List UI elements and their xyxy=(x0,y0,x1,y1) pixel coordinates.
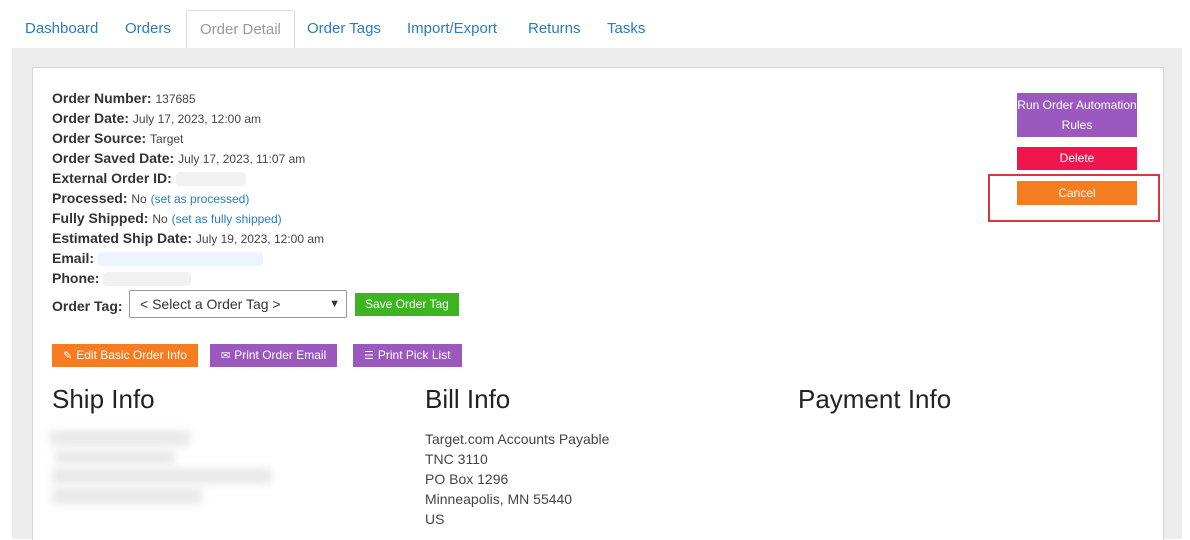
external-order-id-label: External Order ID: xyxy=(52,170,172,186)
ship-info-heading: Ship Info xyxy=(52,384,155,414)
cancel-highlight-box xyxy=(988,174,1160,222)
order-source-value: Target xyxy=(150,132,184,146)
set-as-processed-link[interactable]: (set as processed) xyxy=(151,192,250,206)
bill-info-line: Minneapolis, MN 55440 xyxy=(425,491,573,507)
order-saved-date-row: Order Saved Date: July 17, 2023, 11:07 a… xyxy=(52,148,324,168)
bill-info-line: Target.com Accounts Payable xyxy=(425,431,610,447)
order-source-row: Order Source: Target xyxy=(52,128,324,148)
email-row: Email: xyxy=(52,248,324,268)
fully-shipped-value: No xyxy=(152,212,168,226)
delete-button[interactable]: Delete xyxy=(1017,147,1137,170)
pencil-icon: ✎ xyxy=(63,350,73,362)
redacted-phone xyxy=(103,272,192,287)
processed-label: Processed: xyxy=(52,190,128,206)
redacted-email xyxy=(97,252,263,267)
bill-info-line: US xyxy=(425,511,445,527)
redacted-ship-address xyxy=(52,468,272,484)
envelope-icon: ✉ xyxy=(221,350,231,362)
bill-info-line: TNC 3110 xyxy=(425,451,488,467)
run-order-automation-rules-button[interactable]: Run Order Automation Rules xyxy=(1017,93,1137,137)
order-tag-selected: < Select a Order Tag > xyxy=(140,296,281,312)
order-date-label: Order Date: xyxy=(52,110,130,126)
order-saved-date-label: Order Saved Date: xyxy=(52,150,175,166)
order-number-label: Order Number: xyxy=(52,90,152,106)
redacted-ship-name xyxy=(50,430,190,446)
tab-dashboard[interactable]: Dashboard xyxy=(12,10,111,47)
chevron-down-icon: ▼ xyxy=(329,298,340,310)
processed-row: Processed: No (set as processed) xyxy=(52,188,324,208)
tab-orders[interactable]: Orders xyxy=(112,10,184,47)
estimated-ship-date-row: Estimated Ship Date: July 19, 2023, 12:0… xyxy=(52,228,324,248)
tab-returns[interactable]: Returns xyxy=(515,10,594,47)
bill-info-line: PO Box 1296 xyxy=(425,471,509,487)
print-pick-list-button[interactable]: ☰ Print Pick List xyxy=(353,344,462,367)
tab-tasks[interactable]: Tasks xyxy=(594,10,658,47)
phone-row: Phone: xyxy=(52,268,324,288)
print-order-email-label: Print Order Email xyxy=(234,348,327,362)
estimated-ship-date-label: Estimated Ship Date: xyxy=(52,230,193,246)
order-saved-date-value: July 17, 2023, 11:07 am xyxy=(178,152,306,166)
order-date-row: Order Date: July 17, 2023, 12:00 am xyxy=(52,108,324,128)
fully-shipped-label: Fully Shipped: xyxy=(52,210,149,226)
order-tag-label: Order Tag: xyxy=(52,298,123,314)
bill-info-address: Target.com Accounts Payable TNC 3110 PO … xyxy=(425,429,609,529)
redacted-ship-line xyxy=(55,450,175,464)
tab-import-export[interactable]: Import/Export xyxy=(394,10,510,47)
print-order-email-button[interactable]: ✉ Print Order Email xyxy=(210,344,338,367)
order-number-row: Order Number: 137685 xyxy=(52,88,324,108)
external-order-id-row: External Order ID: xyxy=(52,168,324,188)
order-number-value: 137685 xyxy=(155,92,196,106)
edit-basic-order-info-label: Edit Basic Order Info xyxy=(76,348,187,362)
payment-info-heading: Payment Info xyxy=(798,384,952,414)
email-label: Email: xyxy=(52,250,95,266)
redacted-ship-city xyxy=(52,488,202,504)
estimated-ship-date-value: July 19, 2023, 12:00 am xyxy=(195,232,325,246)
print-pick-list-label: Print Pick List xyxy=(377,348,451,362)
nav-tabs: Dashboard Orders Order Detail Order Tags… xyxy=(12,10,1182,49)
set-as-fully-shipped-link[interactable]: (set as fully shipped) xyxy=(172,212,282,226)
order-tag-select[interactable]: < Select a Order Tag > ▼ xyxy=(129,290,347,318)
processed-value: No xyxy=(131,192,147,206)
edit-basic-order-info-button[interactable]: ✎ Edit Basic Order Info xyxy=(52,344,198,367)
tab-order-tags[interactable]: Order Tags xyxy=(294,10,394,47)
phone-label: Phone: xyxy=(52,270,100,286)
order-source-label: Order Source: xyxy=(52,130,147,146)
order-date-value: July 17, 2023, 12:00 am xyxy=(132,112,262,126)
order-info: Order Number: 137685 Order Date: July 17… xyxy=(52,88,324,288)
bill-info-heading: Bill Info xyxy=(425,384,511,414)
list-icon: ☰ xyxy=(364,350,374,362)
tab-order-detail[interactable]: Order Detail xyxy=(186,10,295,49)
save-order-tag-button[interactable]: Save Order Tag xyxy=(355,293,459,316)
redacted-external-id xyxy=(175,172,246,187)
fully-shipped-row: Fully Shipped: No (set as fully shipped) xyxy=(52,208,324,228)
